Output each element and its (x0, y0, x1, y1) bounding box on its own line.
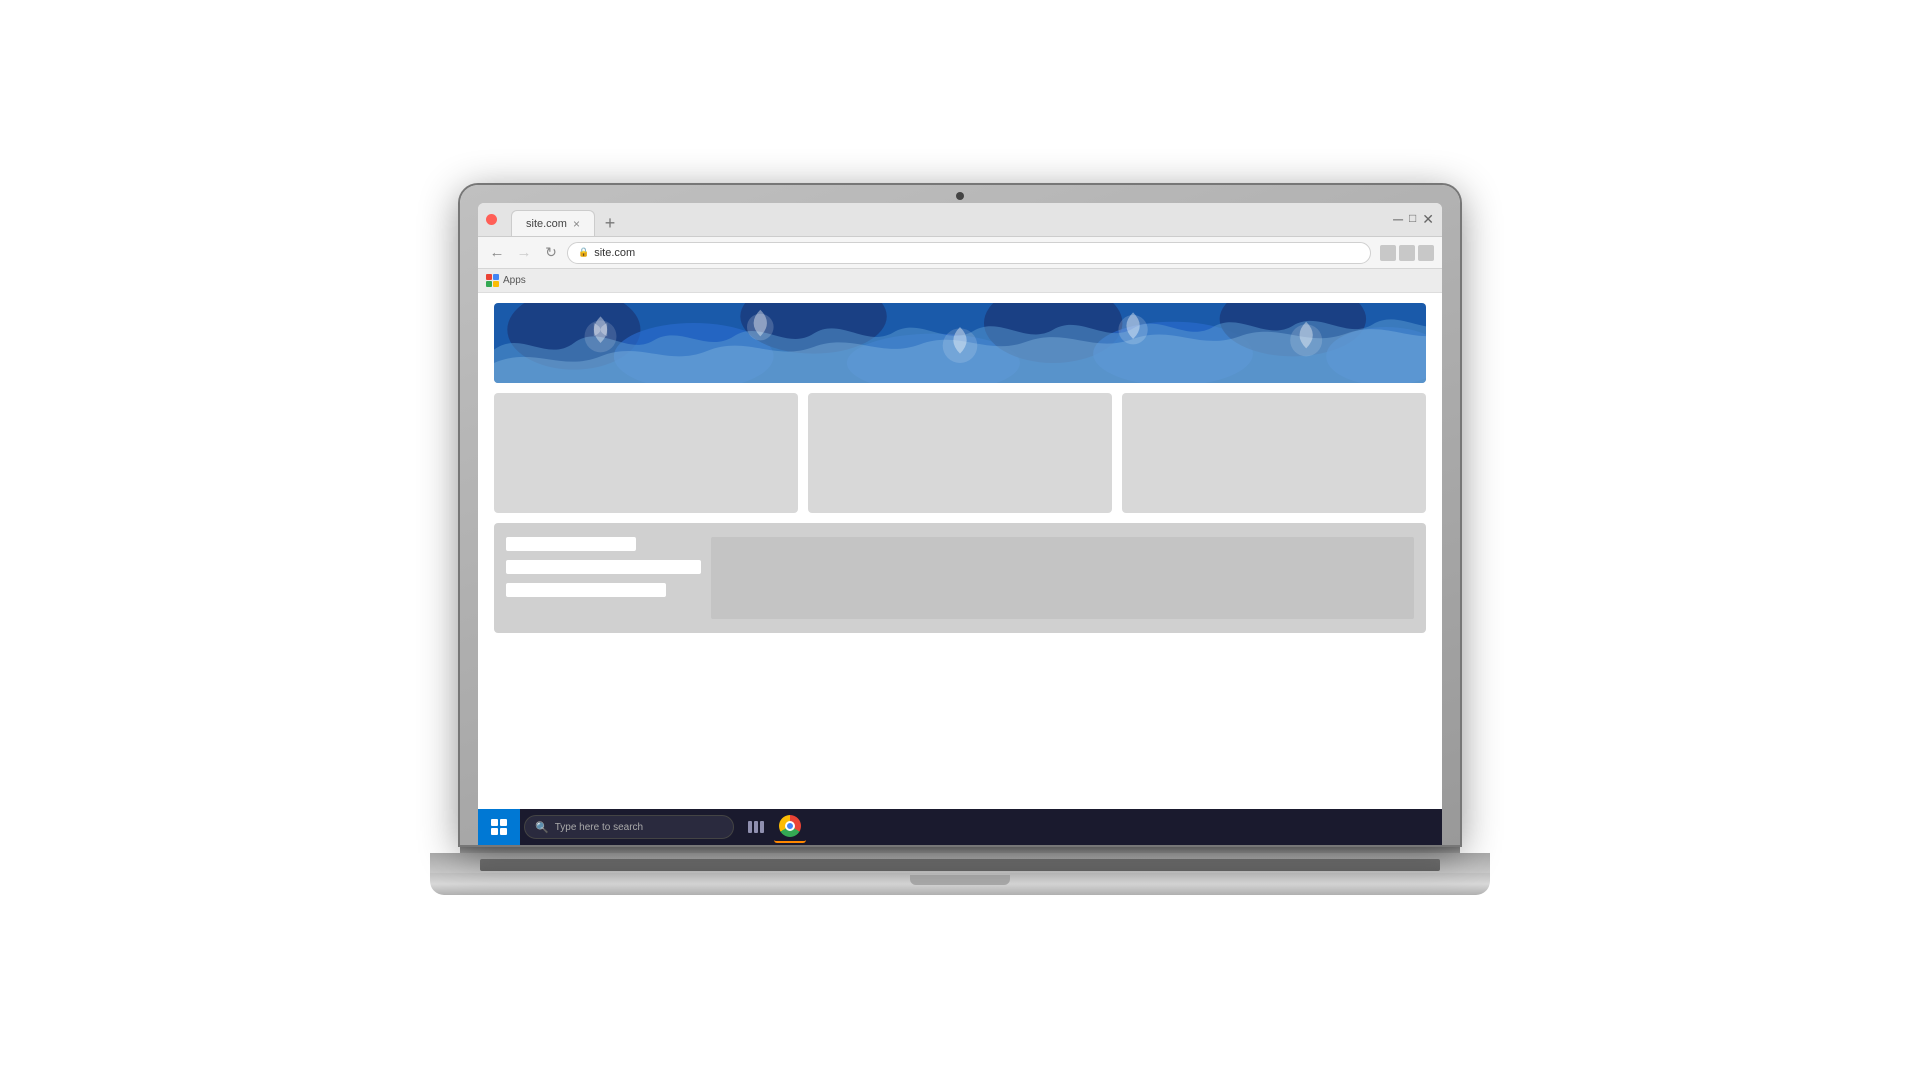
search-icon: 🔍 (535, 821, 549, 834)
laptop-container: site.com × + ─ □ ✕ (0, 0, 1920, 1080)
screen-bezel: site.com × + ─ □ ✕ (478, 203, 1442, 845)
keyboard-area (480, 859, 1440, 871)
windows-logo-icon (491, 819, 507, 835)
tab-bar: site.com × + (511, 203, 623, 236)
apps-shortcut[interactable]: Apps (486, 274, 526, 287)
minimize-icon[interactable]: ─ (1393, 211, 1403, 228)
tab-close-icon[interactable]: × (573, 217, 580, 231)
browser-navbar: ← → ↻ 🔒 site.com (478, 237, 1442, 269)
form-right-panel (711, 537, 1414, 619)
laptop-hinge (460, 845, 1460, 853)
camera (956, 192, 964, 200)
webpage-content: 🔍 Type here to search (478, 293, 1442, 845)
laptop-keyboard-deck (430, 853, 1490, 873)
refresh-button[interactable]: ↻ (540, 242, 562, 264)
maximize-icon[interactable]: □ (1409, 211, 1416, 228)
content-card-1 (494, 393, 798, 513)
back-button[interactable]: ← (486, 242, 508, 264)
traffic-light (486, 214, 497, 225)
tab-label: site.com (526, 218, 567, 230)
window-controls: ─ □ ✕ (1393, 211, 1434, 228)
laptop: site.com × + ─ □ ✕ (430, 185, 1490, 895)
forward-button[interactable]: → (513, 242, 535, 264)
url-text: site.com (594, 247, 635, 259)
content-card-2 (808, 393, 1112, 513)
toolbar-icon-3[interactable] (1418, 245, 1434, 261)
laptop-base (430, 845, 1490, 895)
browser-titlebar: site.com × + ─ □ ✕ (478, 203, 1442, 237)
new-tab-button[interactable]: + (597, 210, 623, 236)
taskbar-search-box[interactable]: 🔍 Type here to search (524, 815, 734, 839)
form-section (494, 523, 1426, 633)
lock-icon: 🔒 (578, 247, 589, 258)
form-field-3 (506, 583, 666, 597)
taskview-icon (748, 821, 764, 833)
taskview-button[interactable] (740, 811, 772, 843)
form-field-1 (506, 537, 636, 551)
laptop-screen-shell: site.com × + ─ □ ✕ (460, 185, 1460, 845)
start-button[interactable] (478, 809, 520, 845)
taskbar-search-placeholder: Type here to search (555, 822, 643, 833)
close-icon[interactable]: ✕ (1422, 211, 1434, 228)
hero-banner (494, 303, 1426, 383)
browser-window: site.com × + ─ □ ✕ (478, 203, 1442, 845)
content-grid (478, 393, 1442, 513)
taskbar-app-icons (740, 811, 806, 843)
form-fields (506, 537, 701, 619)
chrome-taskbar-icon[interactable] (774, 811, 806, 843)
toolbar-icon-2[interactable] (1399, 245, 1415, 261)
wave-pattern-svg (494, 303, 1426, 383)
chrome-icon (779, 815, 801, 837)
active-tab[interactable]: site.com × (511, 210, 595, 236)
bookmarks-bar: Apps (478, 269, 1442, 293)
apps-grid-icon (486, 274, 499, 287)
toolbar-icon-1[interactable] (1380, 245, 1396, 261)
content-card-3 (1122, 393, 1426, 513)
laptop-bottom-lip (430, 873, 1490, 895)
windows-taskbar: 🔍 Type here to search (478, 809, 1442, 845)
apps-label: Apps (503, 275, 526, 286)
address-bar[interactable]: 🔒 site.com (567, 242, 1371, 264)
form-field-2 (506, 560, 701, 574)
toolbar-icons (1380, 245, 1434, 261)
trackpad-notch (910, 875, 1010, 885)
